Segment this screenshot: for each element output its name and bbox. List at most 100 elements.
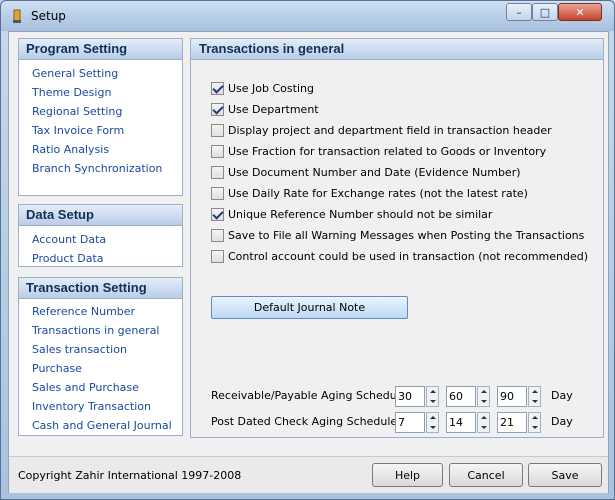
receivable-aging-label: Receivable/Payable Aging Schedule: (211, 389, 411, 402)
app-icon (13, 9, 21, 23)
spinner-buttons[interactable] (426, 412, 439, 433)
post-dated-aging-1-input[interactable]: 7 (395, 412, 425, 433)
transactions-panel: Transactions in general Use Job Costing U… (190, 38, 604, 438)
nav-section-program-setting: Program Setting General Setting Theme De… (18, 38, 183, 196)
option-label: Use Department (228, 103, 319, 116)
receivable-aging-3-input[interactable]: 90 (497, 386, 527, 407)
receivable-aging-2-stepper[interactable]: 60 (446, 386, 490, 407)
nav-item-branch-synchronization[interactable]: Branch Synchronization (19, 159, 182, 178)
title-bar[interactable]: Setup – □ ✕ (1, 1, 614, 31)
spin-down-icon[interactable] (427, 423, 438, 433)
window-title: Setup (31, 9, 66, 23)
nav-section-title: Transaction Setting (19, 278, 182, 299)
option-checkbox-row[interactable]: Display project and department field in … (211, 122, 552, 139)
spin-up-icon[interactable] (478, 413, 489, 423)
spin-up-icon[interactable] (478, 387, 489, 397)
nav-item-cash-and-general-journal[interactable]: Cash and General Journal (19, 416, 182, 435)
option-checkbox-row[interactable]: Use Department (211, 101, 319, 118)
option-checkbox-row[interactable]: Use Daily Rate for Exchange rates (not t… (211, 185, 528, 202)
nav-item-regional-setting[interactable]: Regional Setting (19, 102, 182, 121)
checkbox[interactable] (211, 103, 224, 116)
spin-up-icon[interactable] (529, 387, 540, 397)
receivable-aging-3-stepper[interactable]: 90 (497, 386, 541, 407)
client-area: Program Setting General Setting Theme De… (8, 31, 609, 493)
spinner-buttons[interactable] (477, 386, 490, 407)
receivable-aging-2-input[interactable]: 60 (446, 386, 476, 407)
checkbox[interactable] (211, 250, 224, 263)
option-checkbox-row[interactable]: Save to File all Warning Messages when P… (211, 227, 584, 244)
spin-down-icon[interactable] (478, 397, 489, 407)
maximize-icon: □ (539, 5, 551, 19)
option-label: Save to File all Warning Messages when P… (228, 229, 585, 242)
nav-item-transactions-in-general[interactable]: Transactions in general (19, 321, 182, 340)
nav-item-inventory-transaction[interactable]: Inventory Transaction (19, 397, 182, 416)
save-button[interactable]: Save (528, 463, 602, 487)
spin-up-icon[interactable] (427, 413, 438, 423)
spinner-buttons[interactable] (426, 386, 439, 407)
option-checkbox-row[interactable]: Use Job Costing (211, 80, 314, 97)
minimize-button[interactable]: – (506, 3, 532, 21)
nav-item-reference-number[interactable]: Reference Number (19, 302, 182, 321)
help-button[interactable]: Help (372, 463, 443, 487)
option-checkbox-row[interactable]: Unique Reference Number should not be si… (211, 206, 492, 223)
option-label: Use Job Costing (228, 82, 314, 95)
footer-bar: Copyright Zahir International 1997-2008 … (9, 456, 608, 493)
post-dated-aging-2-stepper[interactable]: 14 (446, 412, 490, 433)
receivable-aging-1-stepper[interactable]: 30 (395, 386, 439, 407)
checkbox[interactable] (211, 82, 224, 95)
spin-up-icon[interactable] (529, 413, 540, 423)
spin-down-icon[interactable] (529, 423, 540, 433)
checkbox[interactable] (211, 208, 224, 221)
nav-section-data-setup: Data Setup Account Data Product Data (18, 204, 183, 267)
nav-item-sales-transaction[interactable]: Sales transaction (19, 340, 182, 359)
nav-item-ratio-analysis[interactable]: Ratio Analysis (19, 140, 182, 159)
post-dated-aging-2-input[interactable]: 14 (446, 412, 476, 433)
close-button[interactable]: ✕ (558, 3, 602, 21)
nav-item-tax-invoice-form[interactable]: Tax Invoice Form (19, 121, 182, 140)
receivable-aging-unit: Day (551, 389, 573, 402)
checkbox[interactable] (211, 166, 224, 179)
spinner-buttons[interactable] (528, 412, 541, 433)
nav-section-title: Data Setup (19, 205, 182, 226)
post-dated-aging-1-stepper[interactable]: 7 (395, 412, 439, 433)
option-label: Use Daily Rate for Exchange rates (not t… (228, 187, 528, 200)
close-icon: ✕ (575, 5, 585, 19)
cancel-button[interactable]: Cancel (449, 463, 523, 487)
spin-up-icon[interactable] (427, 387, 438, 397)
spinner-buttons[interactable] (477, 412, 490, 433)
post-dated-aging-unit: Day (551, 415, 573, 428)
minimize-icon: – (516, 5, 522, 19)
option-label: Use Fraction for transaction related to … (228, 145, 547, 158)
panel-title: Transactions in general (191, 39, 603, 60)
option-checkbox-row[interactable]: Use Fraction for transaction related to … (211, 143, 546, 160)
default-journal-note-button[interactable]: Default Journal Note (211, 296, 408, 319)
post-dated-check-aging-label: Post Dated Check Aging Schedule: (211, 415, 401, 428)
checkbox[interactable] (211, 124, 224, 137)
checkbox[interactable] (211, 187, 224, 200)
nav-item-purchase[interactable]: Purchase (19, 359, 182, 378)
checkbox[interactable] (211, 229, 224, 242)
spin-down-icon[interactable] (478, 423, 489, 433)
nav-item-sales-and-purchase[interactable]: Sales and Purchase (19, 378, 182, 397)
receivable-aging-1-input[interactable]: 30 (395, 386, 425, 407)
option-label: Control account could be used in transac… (228, 250, 589, 263)
nav-item-theme-design[interactable]: Theme Design (19, 83, 182, 102)
post-dated-aging-3-stepper[interactable]: 21 (497, 412, 541, 433)
spin-down-icon[interactable] (427, 397, 438, 407)
checkbox[interactable] (211, 145, 224, 158)
option-checkbox-row[interactable]: Use Document Number and Date (Evidence N… (211, 164, 521, 181)
post-dated-aging-3-input[interactable]: 21 (497, 412, 527, 433)
option-label: Display project and department field in … (228, 124, 552, 137)
spinner-buttons[interactable] (528, 386, 541, 407)
nav-section-title: Program Setting (19, 39, 182, 60)
option-checkbox-row[interactable]: Control account could be used in transac… (211, 248, 588, 265)
nav-item-account-data[interactable]: Account Data (19, 230, 182, 249)
setup-window: Setup – □ ✕ Program Setting General Sett… (0, 0, 615, 500)
maximize-button[interactable]: □ (532, 3, 558, 21)
nav-item-general-setting[interactable]: General Setting (19, 64, 182, 83)
option-label: Use Document Number and Date (Evidence N… (228, 166, 521, 179)
spin-down-icon[interactable] (529, 397, 540, 407)
nav-section-transaction-setting: Transaction Setting Reference Number Tra… (18, 277, 183, 436)
option-label: Unique Reference Number should not be si… (228, 208, 493, 221)
nav-item-product-data[interactable]: Product Data (19, 249, 182, 268)
